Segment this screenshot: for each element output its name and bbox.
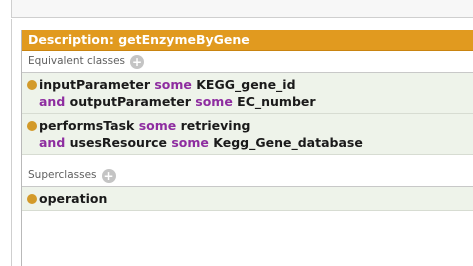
equivalent-classes-section: Equivalent classes + (22, 51, 473, 73)
axiom-property: outputParameter (69, 94, 191, 109)
axiom-keyword: some (171, 135, 209, 150)
superclasses-section: Superclasses + (22, 165, 473, 187)
axiom-and-keyword: and (39, 135, 66, 150)
axiom-property: usesResource (69, 135, 167, 150)
equivalent-classes-label: Equivalent classes (28, 55, 126, 67)
panel-title: Description: getEnzymeByGene (22, 30, 473, 51)
axiom-class: KEGG_gene_id (196, 77, 296, 92)
axiom-class: Kegg_Gene_database (213, 135, 363, 150)
superclass-name: operation (39, 191, 108, 206)
class-bullet-icon (27, 194, 37, 204)
left-divider (11, 19, 12, 266)
axiom-keyword: some (195, 94, 233, 109)
class-bullet-icon (27, 80, 37, 90)
axiom-and-keyword: and (39, 94, 66, 109)
description-panel: Description: getEnzymeByGene Equivalent … (21, 30, 473, 266)
equivalent-class-axiom[interactable]: performsTask some retrieving and usesRes… (22, 114, 473, 155)
axiom-property: inputParameter (39, 77, 150, 92)
axiom-class: EC_number (237, 94, 316, 109)
add-equivalent-class-button[interactable]: + (130, 54, 145, 69)
axiom-keyword: some (138, 118, 177, 133)
top-toolbar-area (0, 0, 473, 19)
equivalent-class-axiom[interactable]: inputParameter some KEGG_gene_id and out… (22, 73, 473, 114)
superclass-item[interactable]: operation (22, 187, 473, 211)
add-superclass-button[interactable]: + (101, 168, 116, 183)
axiom-property: performsTask (39, 118, 135, 133)
top-frame (11, 0, 473, 18)
axiom-keyword: some (154, 77, 192, 92)
axiom-class: retrieving (180, 118, 251, 133)
class-bullet-icon (27, 121, 37, 131)
superclasses-label: Superclasses (28, 169, 97, 181)
